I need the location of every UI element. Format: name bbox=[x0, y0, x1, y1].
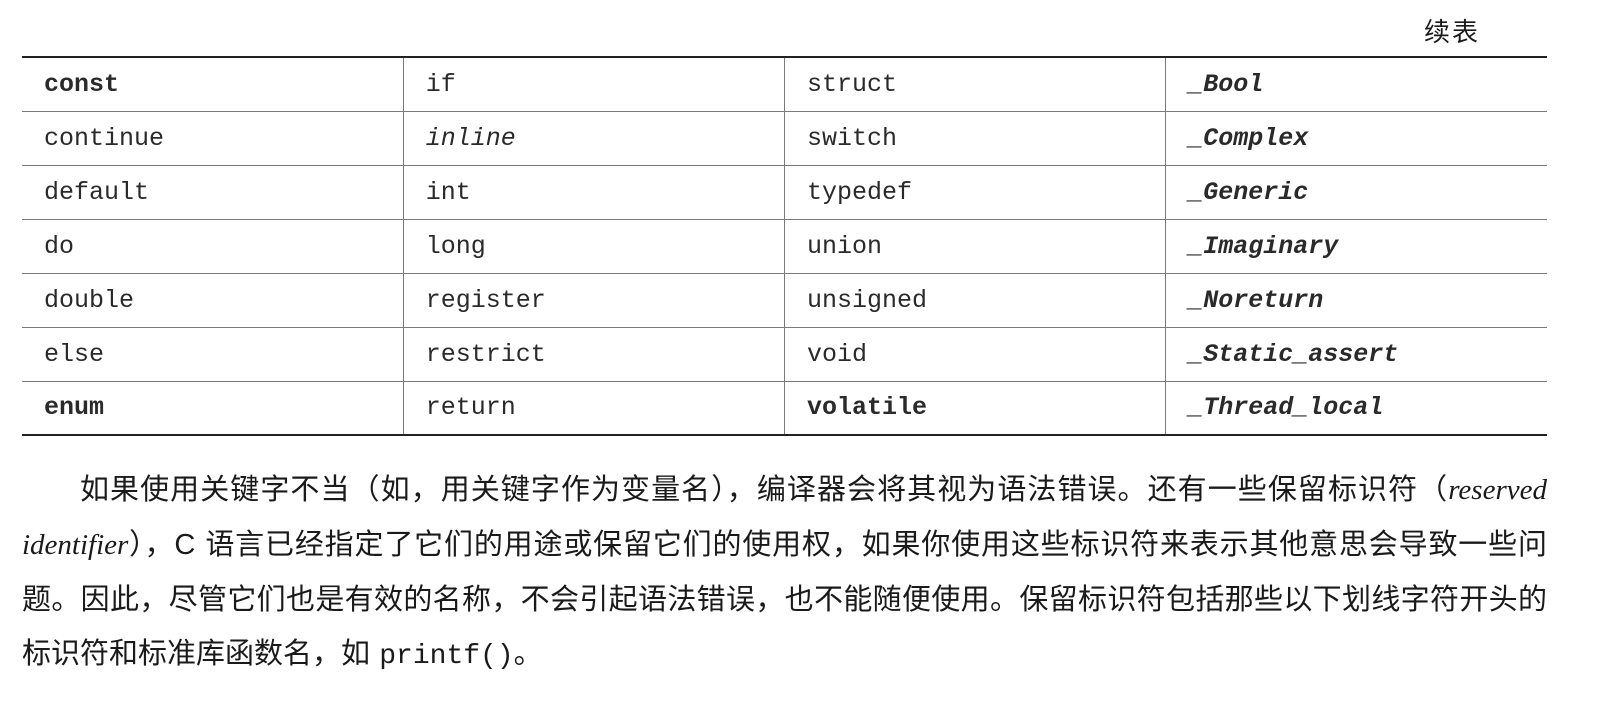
keyword-cell: switch bbox=[783, 110, 1166, 166]
keyword-cell: long bbox=[402, 218, 785, 274]
keyword-cell: typedef bbox=[783, 164, 1166, 220]
keyword-cell: _Noreturn bbox=[1165, 272, 1547, 328]
keyword-cell: continue bbox=[22, 110, 404, 166]
table-row: do long union _Imaginary bbox=[22, 218, 1547, 274]
table-row: double register unsigned _Noreturn bbox=[22, 272, 1547, 328]
table-row: continue inline switch _Complex bbox=[22, 110, 1547, 166]
keyword-cell: const bbox=[22, 56, 404, 112]
keyword-cell: volatile bbox=[783, 380, 1166, 436]
keyword-cell: _Complex bbox=[1165, 110, 1547, 166]
language-name: C bbox=[174, 529, 196, 561]
paragraph-text-part: 语言已经指定了它们的用途或保留它们的使用权，如果你使用这些标识符来表示其他意思会… bbox=[22, 527, 1547, 670]
keyword-cell: return bbox=[402, 380, 785, 436]
keyword-cell: register bbox=[402, 272, 785, 328]
table-row: const if struct _Bool bbox=[22, 56, 1547, 112]
keyword-cell: struct bbox=[783, 56, 1166, 112]
paragraph-text-part: 如果使用关键字不当（如，用关键字作为变量名），编译器会将其视为语法错误。还有一些… bbox=[80, 472, 1449, 506]
keyword-cell: int bbox=[402, 164, 785, 220]
keyword-cell: inline bbox=[402, 110, 785, 166]
keyword-cell: _Imaginary bbox=[1165, 218, 1547, 274]
paragraph-text-part: ）， bbox=[128, 527, 175, 561]
keyword-cell: default bbox=[22, 164, 404, 220]
keyword-cell: do bbox=[22, 218, 404, 274]
body-paragraph: 如果使用关键字不当（如，用关键字作为变量名），编译器会将其视为语法错误。还有一些… bbox=[22, 462, 1547, 684]
table-row: enum return volatile _Thread_local bbox=[22, 380, 1547, 436]
table-row: default int typedef _Generic bbox=[22, 164, 1547, 220]
keyword-cell: union bbox=[783, 218, 1166, 274]
table-row: else restrict void _Static_assert bbox=[22, 326, 1547, 382]
keyword-cell: _Bool bbox=[1165, 56, 1547, 112]
paragraph-text: 如果使用关键字不当（如，用关键字作为变量名），编译器会将其视为语法错误。还有一些… bbox=[22, 462, 1547, 684]
paragraph-text-part: 。 bbox=[513, 636, 543, 670]
keyword-cell: _Generic bbox=[1165, 164, 1547, 220]
keyword-cell: double bbox=[22, 272, 404, 328]
keyword-cell: enum bbox=[22, 380, 404, 436]
keyword-cell: restrict bbox=[402, 326, 785, 382]
keyword-cell: unsigned bbox=[783, 272, 1166, 328]
keyword-cell: _Static_assert bbox=[1165, 326, 1547, 382]
keyword-table: const if struct _Bool continue inline sw… bbox=[22, 56, 1547, 436]
keyword-cell: if bbox=[402, 56, 785, 112]
code-printf: printf() bbox=[379, 641, 514, 672]
keyword-cell: void bbox=[783, 326, 1166, 382]
table-continued-label: 续表 bbox=[1423, 18, 1480, 48]
keyword-cell: else bbox=[22, 326, 404, 382]
keyword-cell: _Thread_local bbox=[1165, 380, 1547, 436]
